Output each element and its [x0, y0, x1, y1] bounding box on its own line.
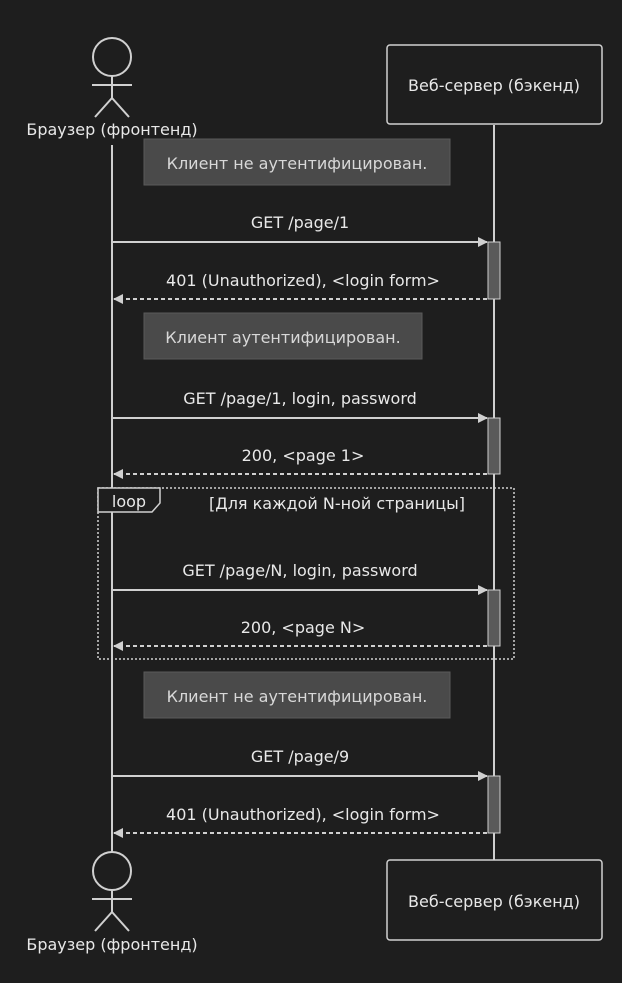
note-3: Клиент не аутентифицирован. [143, 671, 451, 719]
server-activation-4 [487, 775, 501, 834]
message-1-label: GET /page/1 [251, 213, 349, 232]
server-label-top: Веб-сервер (бэкенд) [408, 76, 580, 95]
note-3-text: Клиент не аутентифицирован. [167, 687, 428, 706]
loop-condition: [Для каждой N-ной страницы] [209, 494, 465, 513]
server-label-bottom: Веб-сервер (бэкенд) [408, 892, 580, 911]
message-3-label: GET /page/1, login, password [183, 389, 417, 408]
server-activation-2 [487, 417, 501, 475]
browser-actor-bottom: Браузер (фронтенд) [26, 851, 198, 954]
message-5-label: GET /page/N, login, password [182, 561, 417, 580]
sequence-diagram: Браузер (фронтенд) Веб-сервер (бэкенд) К… [26, 37, 603, 954]
message-8-label: 401 (Unauthorized), <login form> [166, 805, 440, 824]
browser-label-bottom: Браузер (фронтенд) [26, 935, 197, 954]
server-box-top: Веб-сервер (бэкенд) [386, 44, 603, 125]
note-1: Клиент не аутентифицирован. [143, 138, 451, 186]
note-2-text: Клиент аутентифицирован. [165, 328, 400, 347]
server-activation-3 [487, 589, 501, 647]
server-activation-1 [487, 241, 501, 300]
message-4-label: 200, <page 1> [242, 446, 365, 465]
note-2: Клиент аутентифицирован. [143, 312, 423, 360]
loop-keyword: loop [112, 492, 146, 511]
actor-icon [92, 37, 132, 118]
message-7-label: GET /page/9 [251, 747, 349, 766]
browser-actor-top: Браузер (фронтенд) [26, 37, 198, 139]
message-2-label: 401 (Unauthorized), <login form> [166, 271, 440, 290]
browser-label-top: Браузер (фронтенд) [26, 120, 197, 139]
actor-icon [92, 851, 132, 932]
note-1-text: Клиент не аутентифицирован. [167, 154, 428, 173]
message-6-label: 200, <page N> [241, 618, 366, 637]
server-box-bottom: Веб-сервер (бэкенд) [386, 859, 603, 941]
